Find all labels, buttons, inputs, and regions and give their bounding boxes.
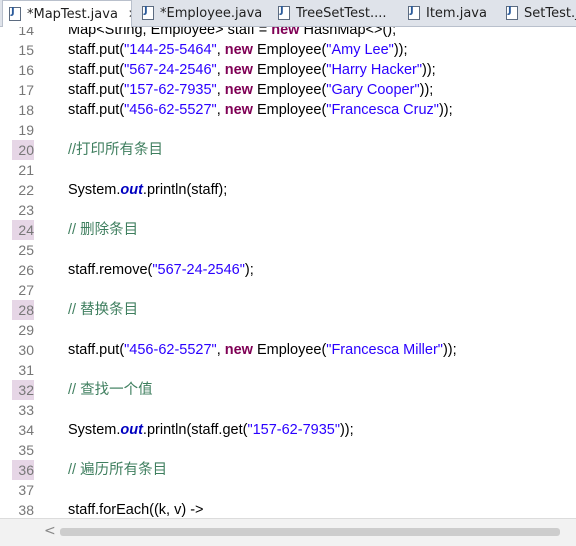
- code-line[interactable]: 17 staff.put("157-62-7935", new Employee(…: [0, 80, 576, 100]
- code-editor[interactable]: 14 Map<String, Employee> staff = new Hash…: [0, 27, 576, 518]
- code-line[interactable]: 20 //打印所有条目: [0, 140, 576, 160]
- line-number: 16: [18, 62, 34, 78]
- line-number: 23: [18, 202, 34, 218]
- line-number: 15: [18, 42, 34, 58]
- tab-label: Item.java: [426, 5, 487, 21]
- tab-settest[interactable]: SetTest.java: [500, 0, 576, 26]
- code-line[interactable]: 25: [0, 240, 576, 260]
- code-text: System.out.println(staff.get("157-62-793…: [68, 422, 354, 438]
- code-text: staff.remove("567-24-2546");: [68, 262, 254, 278]
- java-file-icon: [142, 5, 154, 20]
- line-number: 38: [18, 502, 34, 518]
- scrollbar-thumb[interactable]: [60, 528, 560, 536]
- code-line[interactable]: 38 staff.forEach((k, v) ->: [0, 500, 576, 518]
- line-number: 34: [18, 422, 34, 438]
- code-text: // 遍历所有条目: [68, 462, 168, 478]
- java-file-icon: [408, 5, 420, 20]
- line-number: 22: [18, 182, 34, 198]
- code-line[interactable]: 16 staff.put("567-24-2546", new Employee(…: [0, 60, 576, 80]
- line-number: 24: [12, 220, 34, 240]
- java-file-icon: [506, 5, 518, 20]
- java-file-icon: [9, 6, 21, 21]
- line-number: 21: [18, 162, 34, 178]
- code-line[interactable]: 19: [0, 120, 576, 140]
- code-line[interactable]: 18 staff.put("456-62-5527", new Employee(…: [0, 100, 576, 120]
- line-number: 30: [18, 342, 34, 358]
- tab-treesettest[interactable]: TreeSetTest....: [272, 0, 396, 26]
- code-line[interactable]: 32 // 查找一个值: [0, 380, 576, 400]
- tab-label: TreeSetTest....: [296, 5, 387, 21]
- code-line[interactable]: 35: [0, 440, 576, 460]
- code-line[interactable]: 14 Map<String, Employee> staff = new Hash…: [0, 27, 576, 40]
- code-line[interactable]: 24 // 删除条目: [0, 220, 576, 240]
- code-text: staff.put("567-24-2546", new Employee("H…: [68, 62, 436, 78]
- scroll-left-arrow-icon[interactable]: <: [44, 523, 56, 539]
- line-number: 37: [18, 482, 34, 498]
- code-line[interactable]: 23: [0, 200, 576, 220]
- line-number: 28: [12, 300, 34, 320]
- code-line[interactable]: 30 staff.put("456-62-5527", new Employee(…: [0, 340, 576, 360]
- tab-label: *MapTest.java: [27, 6, 118, 22]
- tab-maptest[interactable]: *MapTest.java ✕: [2, 0, 132, 27]
- line-number: 33: [18, 402, 34, 418]
- code-line[interactable]: 21: [0, 160, 576, 180]
- line-number: 14: [18, 27, 34, 38]
- code-text: Map<String, Employee> staff = new HashMa…: [68, 27, 397, 38]
- code-line[interactable]: 34 System.out.println(staff.get("157-62-7…: [0, 420, 576, 440]
- code-line[interactable]: 15 staff.put("144-25-5464", new Employee(…: [0, 40, 576, 60]
- code-text: System.out.println(staff);: [68, 182, 228, 198]
- line-number: 17: [18, 82, 34, 98]
- code-line[interactable]: 33: [0, 400, 576, 420]
- java-file-icon: [278, 5, 290, 20]
- code-line[interactable]: 28 // 替换条目: [0, 300, 576, 320]
- code-line[interactable]: 36 // 遍历所有条目: [0, 460, 576, 480]
- code-line[interactable]: 26 staff.remove("567-24-2546");: [0, 260, 576, 280]
- tab-employee[interactable]: *Employee.java: [136, 0, 276, 26]
- line-number: 29: [18, 322, 34, 338]
- horizontal-scrollbar[interactable]: <: [0, 518, 576, 546]
- tab-label: SetTest.java: [524, 5, 576, 21]
- line-number: 36: [12, 460, 34, 480]
- code-line[interactable]: 31: [0, 360, 576, 380]
- code-line[interactable]: 22 System.out.println(staff);: [0, 180, 576, 200]
- line-number: 31: [18, 362, 34, 378]
- code-text: staff.forEach((k, v) ->: [68, 502, 204, 518]
- line-number: 25: [18, 242, 34, 258]
- line-number: 35: [18, 442, 34, 458]
- tab-label: *Employee.java: [160, 5, 263, 21]
- line-number: 27: [18, 282, 34, 298]
- close-icon[interactable]: ✕: [128, 7, 131, 21]
- code-text: // 替换条目: [68, 302, 139, 318]
- editor-tab-bar: *MapTest.java ✕ *Employee.java TreeSetTe…: [0, 0, 576, 27]
- tab-item[interactable]: Item.java: [402, 0, 494, 26]
- line-number: 19: [18, 122, 34, 138]
- code-text: // 查找一个值: [68, 382, 153, 398]
- line-number: 20: [12, 140, 34, 160]
- code-text: staff.put("456-62-5527", new Employee("F…: [68, 342, 457, 358]
- code-text: // 删除条目: [68, 222, 139, 238]
- code-text: //打印所有条目: [68, 142, 164, 158]
- line-number: 18: [18, 102, 34, 118]
- code-line[interactable]: 29: [0, 320, 576, 340]
- code-line[interactable]: 37: [0, 480, 576, 500]
- code-text: staff.put("144-25-5464", new Employee("A…: [68, 42, 408, 58]
- code-text: staff.put("157-62-7935", new Employee("G…: [68, 82, 434, 98]
- code-text: staff.put("456-62-5527", new Employee("F…: [68, 102, 453, 118]
- code-line[interactable]: 27: [0, 280, 576, 300]
- line-number: 26: [18, 262, 34, 278]
- line-number: 32: [12, 380, 34, 400]
